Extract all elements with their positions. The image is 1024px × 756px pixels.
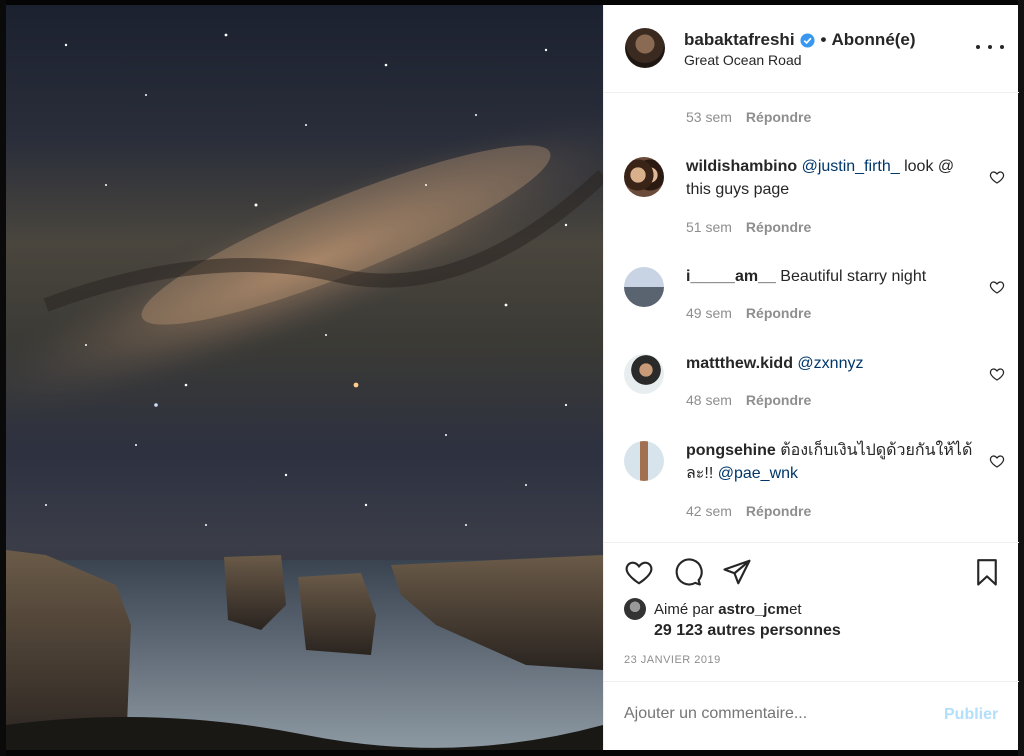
comment-input[interactable] [624, 705, 924, 723]
reply-button[interactable]: Répondre [746, 392, 811, 408]
comment-mention[interactable]: @justin_firth_ [802, 158, 900, 175]
comment-text: i_____am__ Beautiful starry night [686, 265, 976, 288]
rock-stack-right [298, 573, 376, 655]
heart-icon[interactable] [989, 453, 1005, 469]
comment-mention[interactable]: @pae_wnk [718, 465, 798, 482]
heart-icon[interactable] [989, 169, 1005, 185]
actions-divider [604, 542, 1019, 543]
comment-time[interactable]: 48 sem [686, 392, 732, 408]
post-details-panel: babaktafreshi • Abonné(e) Great Ocean Ro… [603, 5, 1019, 750]
liked-by-row: Aimé par astro_jcm et [624, 598, 802, 620]
reply-button[interactable]: Répondre [746, 305, 811, 321]
liked-by-suffix: et [789, 600, 802, 618]
reply-button[interactable]: Répondre [746, 219, 811, 235]
post-date[interactable]: 23 JANVIER 2019 [624, 654, 721, 666]
comment-time[interactable]: 53 sem [686, 109, 732, 125]
commenter-avatar[interactable] [624, 354, 664, 394]
likes-count[interactable]: 29 123 autres personnes [654, 622, 841, 640]
commenter-avatar[interactable] [624, 157, 664, 197]
post-header: babaktafreshi • Abonné(e) Great Ocean Ro… [604, 5, 1019, 93]
post-photo[interactable] [6, 5, 603, 750]
comment-username[interactable]: i_____am__ [686, 268, 776, 285]
night-sky-photo [6, 33, 603, 750]
like-heart-icon[interactable] [624, 557, 654, 587]
comment-time[interactable]: 51 sem [686, 219, 732, 235]
liker-username[interactable]: astro_jcm [718, 601, 789, 618]
bookmark-icon[interactable] [972, 557, 1002, 587]
reply-button[interactable]: Répondre [746, 503, 811, 519]
comment-meta: 49 sem Répondre [686, 305, 811, 321]
comment-text: wildishambino @justin_firth_ look @ this… [686, 155, 976, 201]
author-row: babaktafreshi • Abonné(e) [684, 30, 916, 50]
more-options-icon[interactable] [976, 35, 1004, 59]
comment-time[interactable]: 42 sem [686, 503, 732, 519]
comment-meta: 51 sem Répondre [686, 219, 811, 235]
comment-username[interactable]: pongsehine [686, 442, 776, 459]
comment-username[interactable]: mattthew.kidd [686, 355, 793, 372]
comment-mention[interactable]: @zxnnyz [797, 355, 863, 372]
author-username[interactable]: babaktafreshi [684, 30, 795, 50]
comments-list[interactable]: 53 sem Répondre wildishambino @justin_fir… [604, 93, 1019, 543]
commenter-avatar[interactable] [624, 441, 664, 481]
comment-meta: 42 sem Répondre [686, 503, 811, 519]
separator: • [820, 30, 827, 49]
comment-username[interactable]: wildishambino [686, 158, 797, 175]
comment-body: Beautiful starry night [775, 268, 927, 285]
publish-button[interactable]: Publier [944, 706, 998, 724]
liker-avatar[interactable] [624, 598, 646, 620]
heart-icon[interactable] [989, 279, 1005, 295]
comment-meta: 53 sem Répondre [686, 109, 811, 125]
reply-button[interactable]: Répondre [746, 109, 811, 125]
post-location[interactable]: Great Ocean Road [684, 52, 802, 68]
liked-by-prefix: Aimé par [654, 600, 715, 618]
input-divider [604, 681, 1019, 682]
share-icon[interactable] [722, 557, 752, 587]
heart-icon[interactable] [989, 366, 1005, 382]
comment-icon[interactable] [673, 557, 703, 587]
commenter-avatar[interactable] [624, 267, 664, 307]
follow-status[interactable]: Abonné(e) [832, 30, 916, 50]
comment-text: mattthew.kidd @zxnnyz [686, 352, 976, 375]
comment-meta: 48 sem Répondre [686, 392, 811, 408]
author-avatar[interactable] [625, 28, 665, 68]
verified-badge-icon [800, 32, 815, 48]
comment-time[interactable]: 49 sem [686, 305, 732, 321]
comment-text: pongsehine ต้องเก็บเงินไปดูด้วยกันให้ได้… [686, 439, 976, 485]
